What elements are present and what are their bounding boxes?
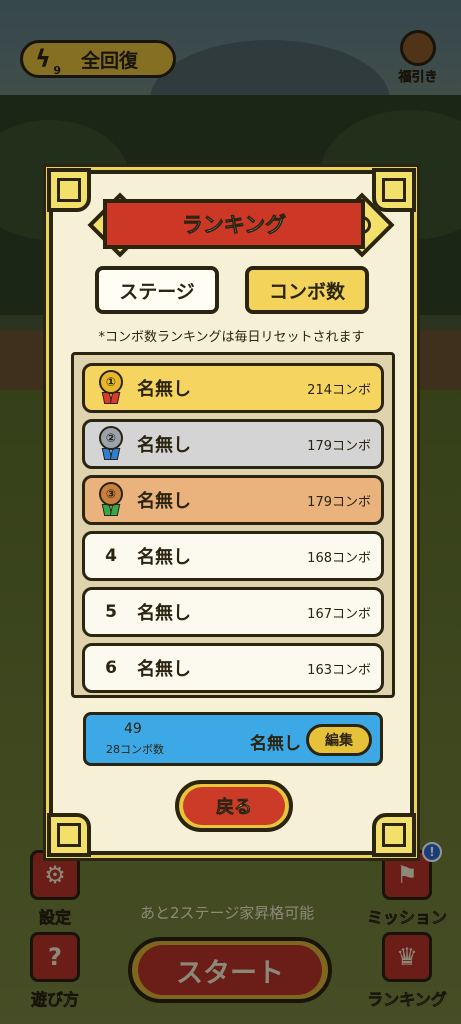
ranking-dialog: ランキング ステージ コンボ数 *コンボ数ランキングは毎日リセットされます ①名… xyxy=(47,168,416,857)
ranking-row: ② 名無し 179コンボ xyxy=(82,419,384,469)
dialog-title: ランキング xyxy=(181,213,287,238)
player-name: 名無し xyxy=(137,379,191,400)
rank-number: 6 xyxy=(105,658,117,678)
my-ranking-panel: 49 28コンボ数 名無し 編集 xyxy=(83,712,383,766)
corner-ornament xyxy=(372,168,416,212)
back-label: 戻る xyxy=(183,787,285,825)
ranking-row: ① 名無し 214コンボ xyxy=(82,363,384,413)
medal-icon: ① xyxy=(85,370,137,406)
combo-score: 179コンボ xyxy=(307,494,371,510)
combo-score: 167コンボ xyxy=(307,606,371,622)
ranking-row: 6 名無し 163コンボ xyxy=(82,643,384,693)
medal-icon: ③ xyxy=(85,482,137,518)
my-name: 名無し xyxy=(250,734,301,754)
rank-number: 4 xyxy=(105,546,117,566)
player-name: 名無し xyxy=(137,435,191,456)
corner-ornament xyxy=(372,813,416,857)
ranking-row: 5 名無し 167コンボ xyxy=(82,587,384,637)
reset-note: *コンボ数ランキングは毎日リセットされます xyxy=(98,330,365,345)
my-rank: 49 xyxy=(124,721,142,737)
edit-name-button[interactable]: 編集 xyxy=(306,724,372,756)
tab-combo[interactable]: コンボ数 xyxy=(245,266,369,314)
medal-icon: ① xyxy=(98,370,124,406)
combo-score: 179コンボ xyxy=(307,438,371,454)
medal-disc: ③ xyxy=(99,482,123,506)
title-banner: ランキング xyxy=(103,199,365,249)
ranking-row: 4 名無し 168コンボ xyxy=(82,531,384,581)
player-name: 名無し xyxy=(137,659,191,680)
combo-score: 168コンボ xyxy=(307,550,371,566)
corner-ornament xyxy=(47,813,91,857)
player-name: 名無し xyxy=(137,547,191,568)
back-button[interactable]: 戻る xyxy=(175,780,293,832)
my-combo-count: 28コンボ数 xyxy=(106,743,164,756)
ranking-row: ③ 名無し 179コンボ xyxy=(82,475,384,525)
combo-score: 163コンボ xyxy=(307,662,371,678)
ranking-list[interactable]: ① 名無し 214コンボ ② 名無し 179コンボ ③ 名無し 179コンボ 4 名無し 168コンボ… xyxy=(71,352,395,698)
corner-ornament xyxy=(47,168,91,212)
player-name: 名無し xyxy=(137,491,191,512)
combo-score: 214コンボ xyxy=(307,382,371,398)
medal-icon: ② xyxy=(98,426,124,462)
medal-icon: ② xyxy=(85,426,137,462)
medal-disc: ① xyxy=(99,370,123,394)
medal-disc: ② xyxy=(99,426,123,450)
medal-icon: ③ xyxy=(98,482,124,518)
tab-stage[interactable]: ステージ xyxy=(95,266,219,314)
player-name: 名無し xyxy=(137,603,191,624)
rank-number: 5 xyxy=(105,602,117,622)
